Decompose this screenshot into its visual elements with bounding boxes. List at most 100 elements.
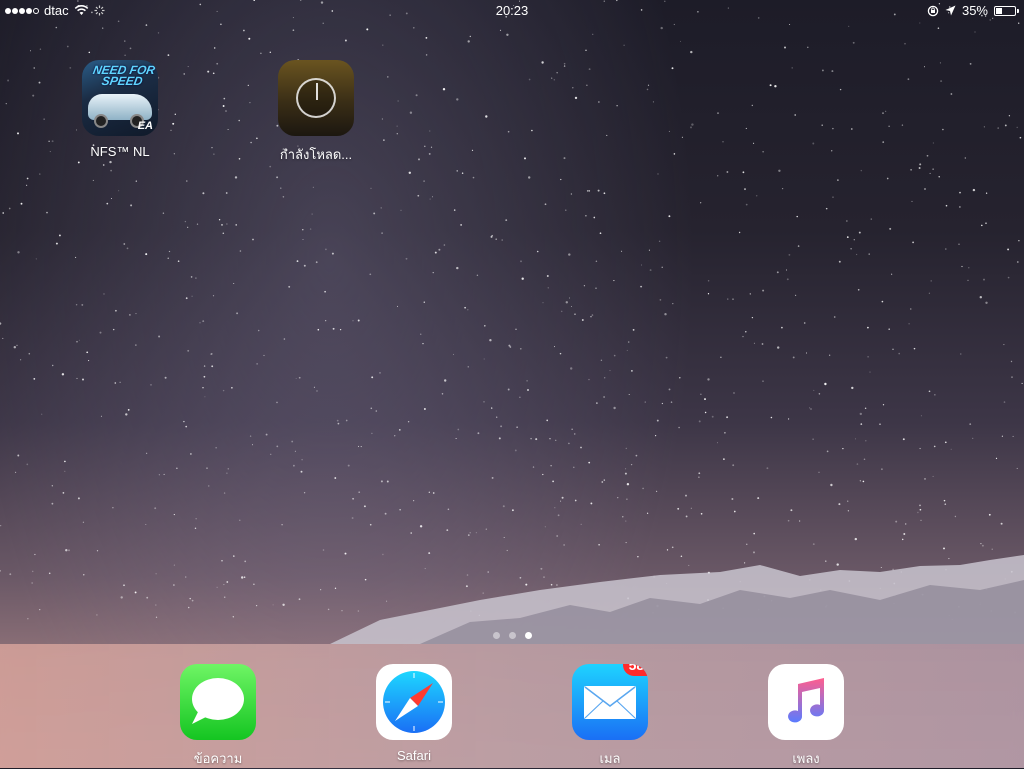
dock-app-music[interactable]: เพลง bbox=[751, 664, 861, 769]
star bbox=[269, 165, 272, 168]
star bbox=[398, 429, 401, 431]
star bbox=[223, 97, 226, 100]
star bbox=[281, 523, 283, 526]
star bbox=[99, 331, 102, 334]
star bbox=[317, 328, 320, 331]
page-indicator[interactable] bbox=[0, 632, 1024, 639]
star bbox=[145, 24, 148, 26]
star bbox=[17, 251, 20, 254]
star bbox=[123, 584, 125, 587]
star bbox=[244, 560, 247, 563]
star bbox=[0, 525, 2, 527]
star bbox=[707, 571, 711, 575]
star bbox=[796, 215, 798, 218]
star bbox=[150, 384, 152, 386]
star bbox=[102, 27, 104, 29]
star bbox=[560, 310, 563, 313]
star bbox=[51, 502, 54, 505]
star bbox=[666, 549, 669, 551]
star bbox=[591, 314, 594, 316]
star bbox=[679, 40, 682, 42]
star bbox=[753, 551, 755, 554]
star bbox=[882, 112, 884, 114]
star bbox=[642, 487, 644, 490]
star bbox=[249, 101, 251, 104]
star bbox=[418, 158, 420, 161]
app-downloading[interactable]: กำลังโหลด... bbox=[261, 60, 371, 165]
star bbox=[2, 337, 4, 339]
star bbox=[788, 418, 790, 420]
star bbox=[1010, 570, 1013, 573]
app-nfs-nl[interactable]: NEED FOR SPEED EA NFS™ NL bbox=[65, 60, 175, 159]
star bbox=[707, 293, 710, 295]
star bbox=[177, 260, 180, 263]
star bbox=[593, 216, 596, 219]
star bbox=[203, 375, 206, 378]
star bbox=[380, 480, 383, 483]
star bbox=[717, 175, 719, 177]
star bbox=[716, 442, 719, 444]
star bbox=[352, 497, 355, 500]
page-dot[interactable] bbox=[508, 632, 516, 639]
star bbox=[387, 76, 389, 78]
star bbox=[276, 445, 279, 448]
star bbox=[9, 573, 12, 576]
star bbox=[631, 370, 633, 372]
star bbox=[34, 553, 36, 556]
star bbox=[460, 224, 462, 226]
star bbox=[788, 253, 791, 256]
star bbox=[972, 437, 974, 440]
star bbox=[190, 276, 193, 278]
star bbox=[851, 386, 854, 390]
star bbox=[218, 219, 221, 221]
star bbox=[836, 563, 839, 566]
star bbox=[495, 238, 497, 240]
star bbox=[831, 70, 834, 73]
star bbox=[465, 585, 468, 588]
star bbox=[221, 224, 223, 226]
star bbox=[744, 188, 746, 191]
page-dot[interactable] bbox=[524, 632, 532, 639]
star bbox=[303, 264, 306, 267]
battery-fill bbox=[996, 7, 1002, 14]
star bbox=[1012, 435, 1014, 437]
dock-app-safari[interactable]: Safari bbox=[359, 664, 469, 763]
star bbox=[628, 393, 630, 396]
star bbox=[613, 280, 615, 282]
star bbox=[698, 420, 701, 423]
star bbox=[624, 472, 627, 475]
star bbox=[929, 172, 931, 174]
star bbox=[386, 480, 389, 483]
star bbox=[945, 204, 948, 207]
dock-app-mail[interactable]: 589 เมล bbox=[555, 664, 665, 769]
star bbox=[31, 570, 34, 573]
star bbox=[185, 425, 188, 428]
star bbox=[357, 445, 360, 447]
star bbox=[974, 31, 976, 33]
star bbox=[370, 187, 372, 190]
star bbox=[661, 266, 663, 268]
star bbox=[869, 371, 871, 373]
star bbox=[455, 438, 457, 439]
star bbox=[316, 390, 318, 392]
star bbox=[656, 604, 659, 608]
star bbox=[979, 296, 982, 299]
star bbox=[379, 372, 381, 374]
star bbox=[206, 467, 208, 469]
star bbox=[173, 564, 175, 566]
star bbox=[867, 326, 869, 329]
star bbox=[850, 248, 852, 250]
star bbox=[622, 516, 624, 518]
star bbox=[163, 473, 165, 475]
page-dot[interactable] bbox=[492, 632, 500, 639]
star bbox=[467, 534, 470, 536]
star bbox=[196, 223, 199, 225]
star bbox=[739, 581, 741, 583]
dock-app-messages[interactable]: ข้อความ bbox=[163, 664, 273, 769]
star bbox=[924, 66, 925, 68]
star bbox=[798, 520, 801, 522]
star bbox=[893, 602, 895, 605]
app-label: เพลง bbox=[792, 751, 820, 766]
star bbox=[704, 411, 707, 414]
star bbox=[832, 127, 834, 130]
